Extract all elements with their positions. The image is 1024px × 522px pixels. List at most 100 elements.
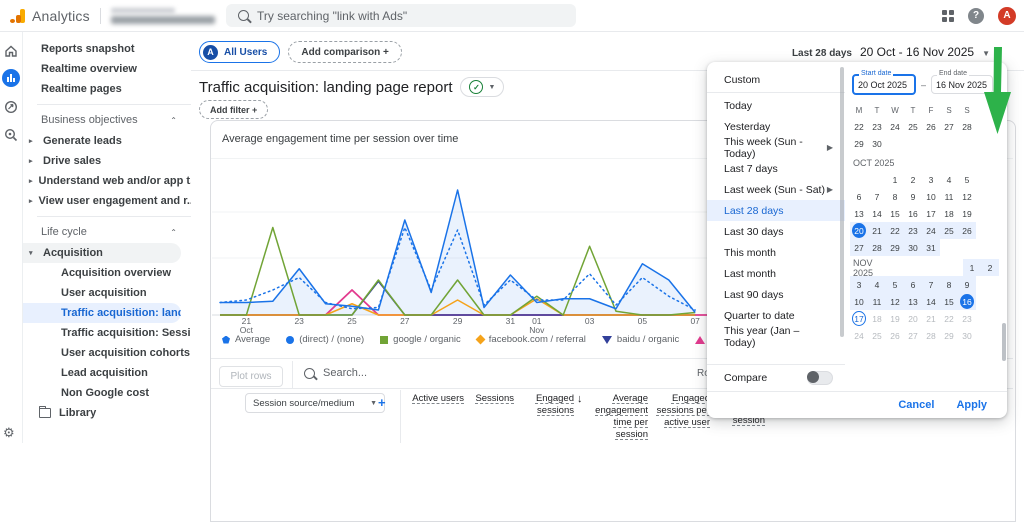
compare-row[interactable]: Compare bbox=[707, 364, 845, 391]
legend-item[interactable]: Average bbox=[222, 334, 270, 345]
calendar-day[interactable]: 25 bbox=[868, 327, 886, 344]
calendar-day[interactable]: 25 bbox=[940, 222, 958, 239]
calendar-day[interactable]: 2 bbox=[904, 171, 922, 188]
sidebar-item[interactable]: Acquisition overview bbox=[23, 263, 191, 283]
calendar-day[interactable]: 25 bbox=[904, 118, 922, 135]
calendar-day[interactable]: 13 bbox=[850, 205, 868, 222]
calendar-day[interactable]: 9 bbox=[958, 276, 976, 293]
calendar-day[interactable]: 12 bbox=[958, 188, 976, 205]
calendar-day[interactable]: 4 bbox=[940, 171, 958, 188]
sidebar-item-library[interactable]: Library bbox=[23, 403, 191, 423]
google-apps-icon[interactable] bbox=[942, 10, 954, 22]
calendar-day[interactable]: 18 bbox=[868, 310, 886, 327]
sidebar-item[interactable]: Non Google cost bbox=[23, 383, 191, 403]
calendar-day[interactable]: 11 bbox=[940, 188, 958, 205]
analytics-logo[interactable]: Analytics bbox=[10, 8, 90, 24]
sidebar-item[interactable]: ▸Understand web and/or app t... bbox=[23, 171, 191, 191]
calendar-day[interactable]: 19 bbox=[958, 205, 976, 222]
calendar-day[interactable]: 10 bbox=[922, 188, 940, 205]
calendar-day[interactable]: 20 bbox=[904, 310, 922, 327]
admin-gear-icon[interactable]: ⚙ bbox=[3, 425, 15, 441]
start-date-field[interactable]: Start date 20 Oct 2025 bbox=[852, 74, 916, 95]
cancel-button[interactable]: Cancel bbox=[898, 399, 934, 411]
calendar-day[interactable]: 28 bbox=[868, 239, 886, 256]
preset-last-90-days[interactable]: Last 90 days bbox=[707, 284, 845, 305]
preset-today[interactable]: Today bbox=[707, 95, 845, 116]
preset-yesterday[interactable]: Yesterday bbox=[707, 116, 845, 137]
preset-this-month[interactable]: This month bbox=[707, 242, 845, 263]
sidebar-item[interactable]: ▸Drive sales bbox=[23, 151, 191, 171]
sidebar-item[interactable]: Traffic acquisition: Session... bbox=[23, 323, 191, 343]
calendar-day[interactable]: 17 bbox=[922, 205, 940, 222]
calendar-day[interactable]: 10 bbox=[850, 293, 868, 310]
calendar-day[interactable]: 16 bbox=[958, 293, 976, 310]
calendar-day[interactable]: 24 bbox=[922, 222, 940, 239]
calendar-day[interactable]: 1 bbox=[963, 259, 981, 276]
legend-item[interactable]: baidu / organic bbox=[602, 334, 679, 345]
date-range-selector[interactable]: Last 28 days 20 Oct - 16 Nov 2025 ▼ bbox=[792, 45, 990, 59]
calendar-day[interactable]: 5 bbox=[886, 276, 904, 293]
search-bar[interactable]: Try searching "link with Ads" bbox=[226, 4, 576, 27]
calendar-day[interactable]: 21 bbox=[922, 310, 940, 327]
calendar-day[interactable]: 31 bbox=[922, 239, 940, 256]
user-avatar[interactable]: A bbox=[998, 7, 1016, 25]
compare-toggle[interactable] bbox=[807, 371, 833, 385]
calendar-day[interactable]: 3 bbox=[850, 276, 868, 293]
sidebar-item[interactable]: User acquisition bbox=[23, 283, 191, 303]
calendar-day[interactable]: 18 bbox=[940, 205, 958, 222]
sidebar-section-business-objectives[interactable]: Business objectives⌃ bbox=[23, 109, 191, 131]
calendar-day[interactable]: 23 bbox=[904, 222, 922, 239]
calendar-day[interactable]: 22 bbox=[850, 118, 868, 135]
calendar-day[interactable]: 3 bbox=[922, 171, 940, 188]
plot-rows-button[interactable]: Plot rows bbox=[219, 366, 283, 387]
calendar-day[interactable]: 13 bbox=[904, 293, 922, 310]
home-icon[interactable] bbox=[3, 43, 19, 59]
table-search[interactable]: Search... bbox=[304, 367, 367, 379]
calendar-day[interactable]: 30 bbox=[958, 327, 976, 344]
calendar-day[interactable]: 29 bbox=[886, 239, 904, 256]
preset-quarter-to-date[interactable]: Quarter to date bbox=[707, 305, 845, 326]
calendar-day[interactable]: 7 bbox=[868, 188, 886, 205]
column-header[interactable]: Engaged sessions bbox=[518, 393, 574, 417]
calendar-day[interactable]: 6 bbox=[904, 276, 922, 293]
calendar-day[interactable]: 8 bbox=[940, 276, 958, 293]
sidebar-item[interactable]: Realtime pages bbox=[23, 79, 191, 99]
calendar-day[interactable]: 30 bbox=[904, 239, 922, 256]
calendar-day[interactable]: 5 bbox=[958, 171, 976, 188]
calendar-day[interactable]: 1 bbox=[886, 171, 904, 188]
calendar-day[interactable]: 8 bbox=[886, 188, 904, 205]
calendar-day[interactable]: 27 bbox=[850, 239, 868, 256]
calendar-day[interactable]: 14 bbox=[922, 293, 940, 310]
legend-item[interactable]: facebook.com / referral bbox=[477, 334, 586, 345]
calendar-day[interactable]: 20 bbox=[850, 222, 868, 239]
report-status-badge[interactable]: ✓ ▼ bbox=[460, 77, 504, 97]
calendar-day[interactable]: 21 bbox=[868, 222, 886, 239]
add-comparison-button[interactable]: Add comparison + bbox=[288, 41, 402, 63]
sidebar-section-life-cycle[interactable]: Life cycle⌃ bbox=[23, 221, 191, 243]
preset-last-30-days[interactable]: Last 30 days bbox=[707, 221, 845, 242]
calendar-day[interactable]: 14 bbox=[868, 205, 886, 222]
sidebar-item[interactable]: Lead acquisition bbox=[23, 363, 191, 383]
preset-custom[interactable]: Custom bbox=[707, 69, 845, 90]
column-header[interactable]: Sessions bbox=[468, 393, 514, 405]
sidebar-item-active[interactable]: Traffic acquisition: landing ... bbox=[23, 303, 181, 323]
explore-icon[interactable] bbox=[3, 127, 19, 143]
calendar-day[interactable]: 4 bbox=[868, 276, 886, 293]
calendar-day[interactable]: 29 bbox=[940, 327, 958, 344]
calendar-day[interactable]: 12 bbox=[886, 293, 904, 310]
help-icon[interactable]: ? bbox=[968, 8, 984, 24]
calendar-day[interactable]: 30 bbox=[868, 135, 886, 152]
calendar-day[interactable]: 15 bbox=[940, 293, 958, 310]
calendar-day[interactable]: 27 bbox=[940, 118, 958, 135]
calendar-day[interactable]: 29 bbox=[850, 135, 868, 152]
calendar-day[interactable]: 6 bbox=[850, 188, 868, 205]
calendar-day[interactable]: 28 bbox=[922, 327, 940, 344]
calendar-day[interactable]: 7 bbox=[922, 276, 940, 293]
sidebar-item-acquisition[interactable]: ▾Acquisition bbox=[23, 243, 181, 263]
calendar-day[interactable]: 24 bbox=[886, 118, 904, 135]
sidebar-item[interactable]: Reports snapshot bbox=[23, 39, 191, 59]
column-header[interactable]: Average engagement time per session bbox=[592, 393, 648, 441]
calendar-day[interactable]: 26 bbox=[958, 222, 976, 239]
calendar-day[interactable]: 17 bbox=[850, 310, 868, 327]
calendar-day[interactable]: 23 bbox=[958, 310, 976, 327]
